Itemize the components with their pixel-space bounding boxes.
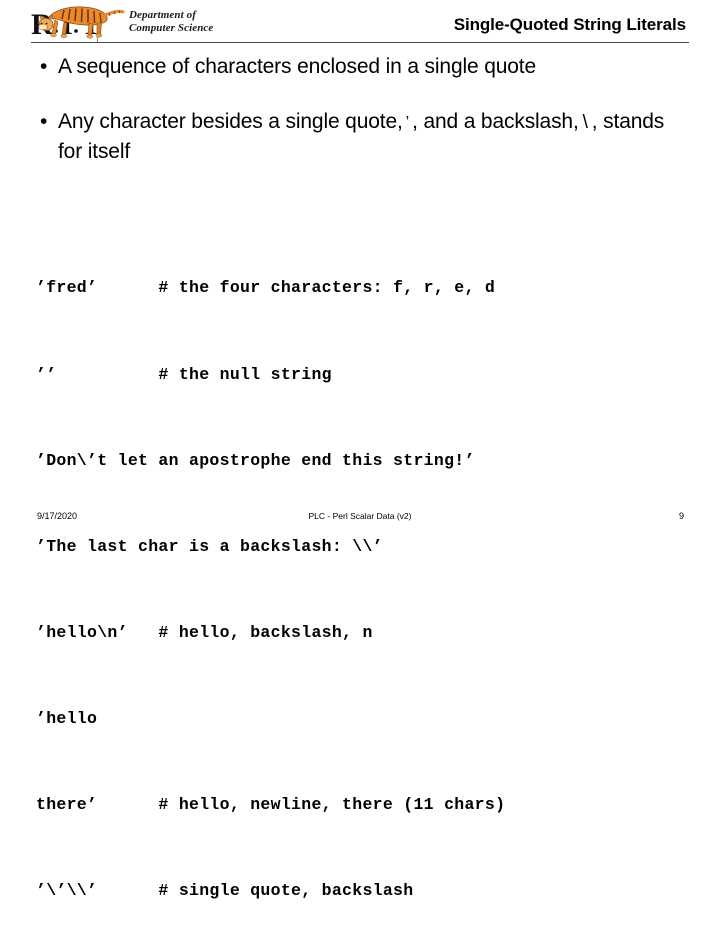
bullet-text-part: Any character besides a single quote, [58, 110, 403, 133]
code-line: ’’ # the null string [36, 364, 332, 384]
department-line-1: Department of [129, 9, 196, 21]
bullet-list: • A sequence of characters enclosed in a… [32, 52, 692, 192]
list-item: • Any character besides a single quote,’… [32, 107, 692, 166]
slide-footer: 9/17/2020 PLC - Perl Scalar Data (v2) 9 [0, 500, 720, 540]
code-line: ’Don\’t let an apostrophe end this strin… [36, 450, 475, 470]
code-line: ’hello\n’ # hello, backslash, n [36, 622, 373, 642]
bullet-marker-icon: • [40, 55, 48, 78]
code-example-block: ’fred’ # the four characters: f, r, e, d… [36, 217, 505, 935]
bullet-text-part: , and a backslash, [412, 110, 579, 133]
code-line: ’\’\\’ # single quote, backslash [36, 881, 414, 901]
department-line-2: Computer Science [129, 22, 214, 34]
list-item: • A sequence of characters enclosed in a… [32, 52, 692, 81]
code-line: there’ # hello, newline, there (11 chars… [36, 795, 506, 815]
backslash-glyph: \ [582, 112, 588, 133]
code-line: ’fred’ # the four characters: f, r, e, d [36, 278, 496, 298]
footer-title: PLC - Perl Scalar Data (v2) [308, 511, 412, 521]
department-name: Department of Computer Science [129, 9, 213, 35]
single-quote-glyph: ’ [405, 114, 410, 131]
slide-title: Single-Quoted String Literals [453, 15, 686, 34]
code-line: ’hello [36, 708, 98, 728]
slide-header: R I T [0, 0, 720, 46]
header-divider [31, 42, 689, 43]
rit-logo: R I T [31, 1, 231, 43]
bullet-marker-icon: • [40, 110, 48, 133]
bullet-text: Any character besides a single quote,’, … [58, 107, 692, 166]
bullet-text: A sequence of characters enclosed in a s… [58, 55, 537, 78]
footer-page-number: 9 [678, 511, 684, 521]
